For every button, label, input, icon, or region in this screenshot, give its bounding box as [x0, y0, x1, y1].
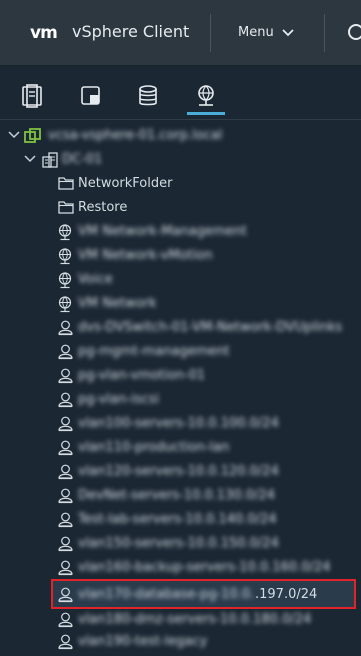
portgroup-label: pg-mgmt-management [78, 344, 230, 359]
folder-label: Restore [78, 200, 128, 215]
distributed-portgroup-icon [58, 560, 73, 576]
network-globe-icon [58, 272, 72, 289]
network-globe-icon [58, 224, 72, 241]
vmware-logo[interactable]: vm [30, 24, 58, 42]
networking-icon[interactable] [194, 84, 220, 108]
distributed-portgroup-icon [58, 440, 73, 456]
portgroup-label: pg-vlan-vmotion-01 [78, 368, 206, 383]
portgroup-label: pg-vlan-iscsi [78, 392, 159, 407]
portgroup-label: Test-lab-servers-10.0.140.0/24 [78, 512, 277, 527]
tree-node-portgroup[interactable]: pg-vlan-iscsi [0, 388, 361, 412]
portgroup-label: vlan170-database-pg-10.0. [78, 587, 255, 602]
top-header: vm vSphere Client Menu [0, 0, 361, 66]
tree-node-folder[interactable]: NetworkFolder [0, 172, 361, 196]
storage-icon[interactable] [136, 84, 162, 108]
network-globe-icon [58, 296, 72, 313]
selected-tab-indicator [187, 112, 225, 115]
folder-icon [58, 201, 74, 214]
tree-node-portgroup[interactable]: pg-mgmt-management [0, 340, 361, 364]
tree-node-portgroup[interactable]: DevNet-servers-10.0.130.0/24 [0, 484, 361, 508]
tree-node-network[interactable]: VM Network [0, 292, 361, 316]
distributed-portgroup-icon [58, 488, 73, 504]
distributed-portgroup-icon [58, 612, 73, 628]
network-globe-icon [58, 248, 72, 265]
distributed-portgroup-icon [58, 536, 73, 552]
portgroup-label: vlan150-servers-10.0.150.0/24 [78, 536, 279, 551]
portgroup-label: dvs-DVSwitch-01-VM-Network-DVUplinks [78, 320, 343, 335]
chevron-down-icon [282, 29, 294, 37]
folder-icon [58, 177, 74, 190]
tree-node-portgroup[interactable]: vlan110-production-lan [0, 436, 361, 460]
distributed-portgroup-icon [58, 392, 73, 408]
vcenter-label: vcsa-vsphere-01.corp.local [48, 128, 223, 143]
portgroup-label: vlan190-test-legacy [78, 634, 208, 649]
header-divider [210, 14, 211, 52]
network-label: VM Network [78, 296, 157, 311]
network-label: Voice [78, 272, 113, 287]
datacenter-icon [42, 152, 58, 168]
header-divider [324, 14, 325, 52]
chevron-down-icon[interactable] [8, 130, 20, 140]
distributed-portgroup-icon [58, 368, 73, 384]
tree-node-network[interactable]: VM Network-Management [0, 220, 361, 244]
distributed-portgroup-icon [58, 587, 73, 603]
portgroup-label: DevNet-servers-10.0.130.0/24 [78, 488, 276, 503]
distributed-portgroup-icon [58, 344, 73, 360]
portgroup-label: vlan120-servers-10.0.120.0/24 [78, 464, 279, 479]
network-label: VM Network-vMotion [78, 248, 213, 263]
tree-node-network[interactable]: VM Network-vMotion [0, 244, 361, 268]
tree-node-portgroup[interactable]: vlan190-test-legacy [0, 630, 361, 654]
folder-label: NetworkFolder [78, 176, 173, 191]
portgroup-label: vlan160-backup-servers-10.0.160.0/24 [78, 560, 331, 575]
menu-label: Menu [238, 25, 274, 40]
tree-node-portgroup[interactable]: pg-vlan-vmotion-01 [0, 364, 361, 388]
distributed-portgroup-icon [58, 634, 73, 650]
datacenter-label: DC-01 [62, 152, 103, 167]
tree-node-portgroup[interactable]: vlan100-servers-10.0.100.0/24 [0, 412, 361, 436]
tree-node-folder[interactable]: Restore [0, 196, 361, 220]
tree-node-portgroup[interactable]: vlan120-servers-10.0.120.0/24 [0, 460, 361, 484]
distributed-portgroup-icon [58, 512, 73, 528]
tree-node-portgroup-selected[interactable]: vlan170-database-pg-10.0. .197.0/24 [0, 583, 361, 607]
distributed-portgroup-icon [58, 416, 73, 432]
portgroup-label: vlan110-production-lan [78, 440, 230, 455]
portgroup-label: vlan100-servers-10.0.100.0/24 [78, 416, 279, 431]
navigator-tabs [0, 66, 361, 120]
chevron-down-icon[interactable] [24, 154, 36, 164]
distributed-portgroup-icon [58, 320, 73, 336]
tree-node-portgroup[interactable]: vlan180-dmz-servers-10.0.180.0/24 [0, 608, 361, 632]
search-icon[interactable] [346, 22, 361, 44]
tree-node-portgroup[interactable]: Test-lab-servers-10.0.140.0/24 [0, 508, 361, 532]
vcenter-icon [24, 128, 41, 143]
network-label: VM Network-Management [78, 224, 247, 239]
vms-templates-icon[interactable] [78, 84, 104, 108]
inventory-tree: vcsa-vsphere-01.corp.local DC-01 Network… [0, 122, 361, 656]
tree-node-portgroup[interactable]: vlan150-servers-10.0.150.0/24 [0, 532, 361, 556]
app-title[interactable]: vSphere Client [72, 22, 189, 42]
menu-button[interactable]: Menu [238, 24, 294, 42]
distributed-portgroup-icon [58, 464, 73, 480]
hosts-clusters-icon[interactable] [20, 84, 46, 108]
tree-node-portgroup[interactable]: vlan160-backup-servers-10.0.160.0/24 [0, 556, 361, 580]
tree-node-portgroup[interactable]: dvs-DVSwitch-01-VM-Network-DVUplinks [0, 316, 361, 340]
tree-node-datacenter[interactable]: DC-01 [0, 148, 361, 172]
portgroup-label-suffix: .197.0/24 [255, 587, 318, 602]
tree-node-network[interactable]: Voice [0, 268, 361, 292]
tree-node-vcenter[interactable]: vcsa-vsphere-01.corp.local [0, 124, 361, 148]
portgroup-label: vlan180-dmz-servers-10.0.180.0/24 [78, 612, 312, 627]
